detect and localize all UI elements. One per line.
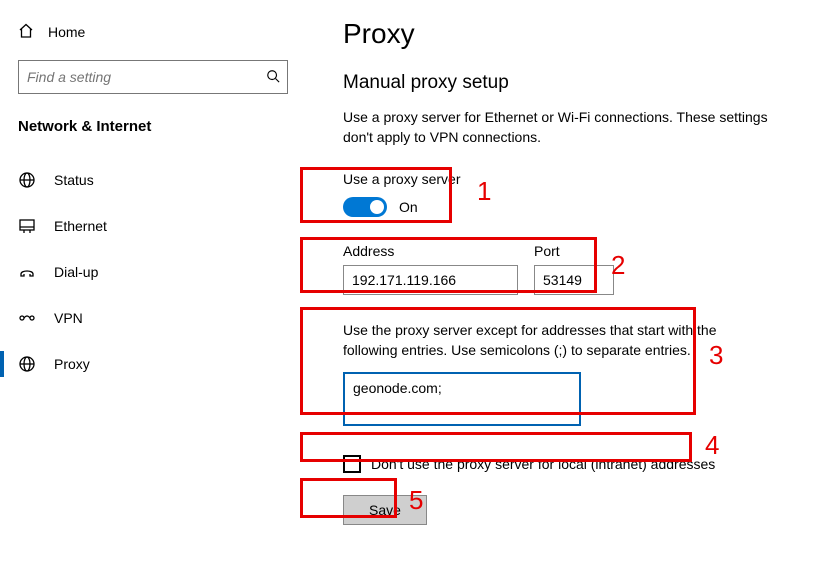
sidebar-item-ethernet[interactable]: Ethernet (0, 203, 305, 249)
sidebar-item-status[interactable]: Status (0, 157, 305, 203)
ethernet-icon (18, 217, 36, 235)
sidebar-item-label: Status (54, 172, 94, 188)
dialup-icon (18, 263, 36, 281)
local-bypass-checkbox[interactable] (343, 455, 361, 473)
sidebar-item-label: Dial-up (54, 264, 98, 280)
toggle-state-label: On (399, 199, 418, 215)
exceptions-input[interactable] (343, 372, 581, 426)
sidebar-section-title: Network & Internet (0, 94, 305, 145)
home-icon (18, 23, 34, 42)
home-nav[interactable]: Home (0, 14, 305, 46)
section-description: Use a proxy server for Ethernet or Wi-Fi… (343, 108, 773, 147)
address-input[interactable] (343, 265, 518, 295)
section-heading: Manual proxy setup (343, 72, 810, 94)
search-icon (259, 69, 287, 86)
sidebar-item-vpn[interactable]: VPN (0, 295, 305, 341)
find-setting-search[interactable] (18, 60, 288, 94)
sidebar-item-label: Proxy (54, 356, 90, 372)
home-label: Home (48, 24, 85, 40)
use-proxy-toggle[interactable] (343, 197, 387, 217)
save-button[interactable]: Save (343, 495, 427, 525)
port-input[interactable] (534, 265, 614, 295)
status-icon (18, 171, 36, 189)
use-proxy-label: Use a proxy server (343, 171, 810, 187)
vpn-icon (18, 309, 36, 327)
local-bypass-label: Don't use the proxy server for local (in… (371, 456, 715, 472)
globe-icon (18, 355, 36, 373)
exceptions-description: Use the proxy server except for addresse… (343, 321, 723, 360)
sidebar-nav: Status Ethernet Dial-up VPN (0, 145, 305, 387)
settings-sidebar: Home Network & Internet Status (0, 0, 305, 567)
sidebar-item-label: VPN (54, 310, 83, 326)
search-input[interactable] (19, 69, 259, 85)
page-title: Proxy (343, 18, 810, 50)
sidebar-item-proxy[interactable]: Proxy (0, 341, 305, 387)
sidebar-item-label: Ethernet (54, 218, 107, 234)
main-content: Proxy Manual proxy setup Use a proxy ser… (305, 0, 830, 567)
port-label: Port (534, 243, 614, 259)
address-label: Address (343, 243, 518, 259)
sidebar-item-dialup[interactable]: Dial-up (0, 249, 305, 295)
